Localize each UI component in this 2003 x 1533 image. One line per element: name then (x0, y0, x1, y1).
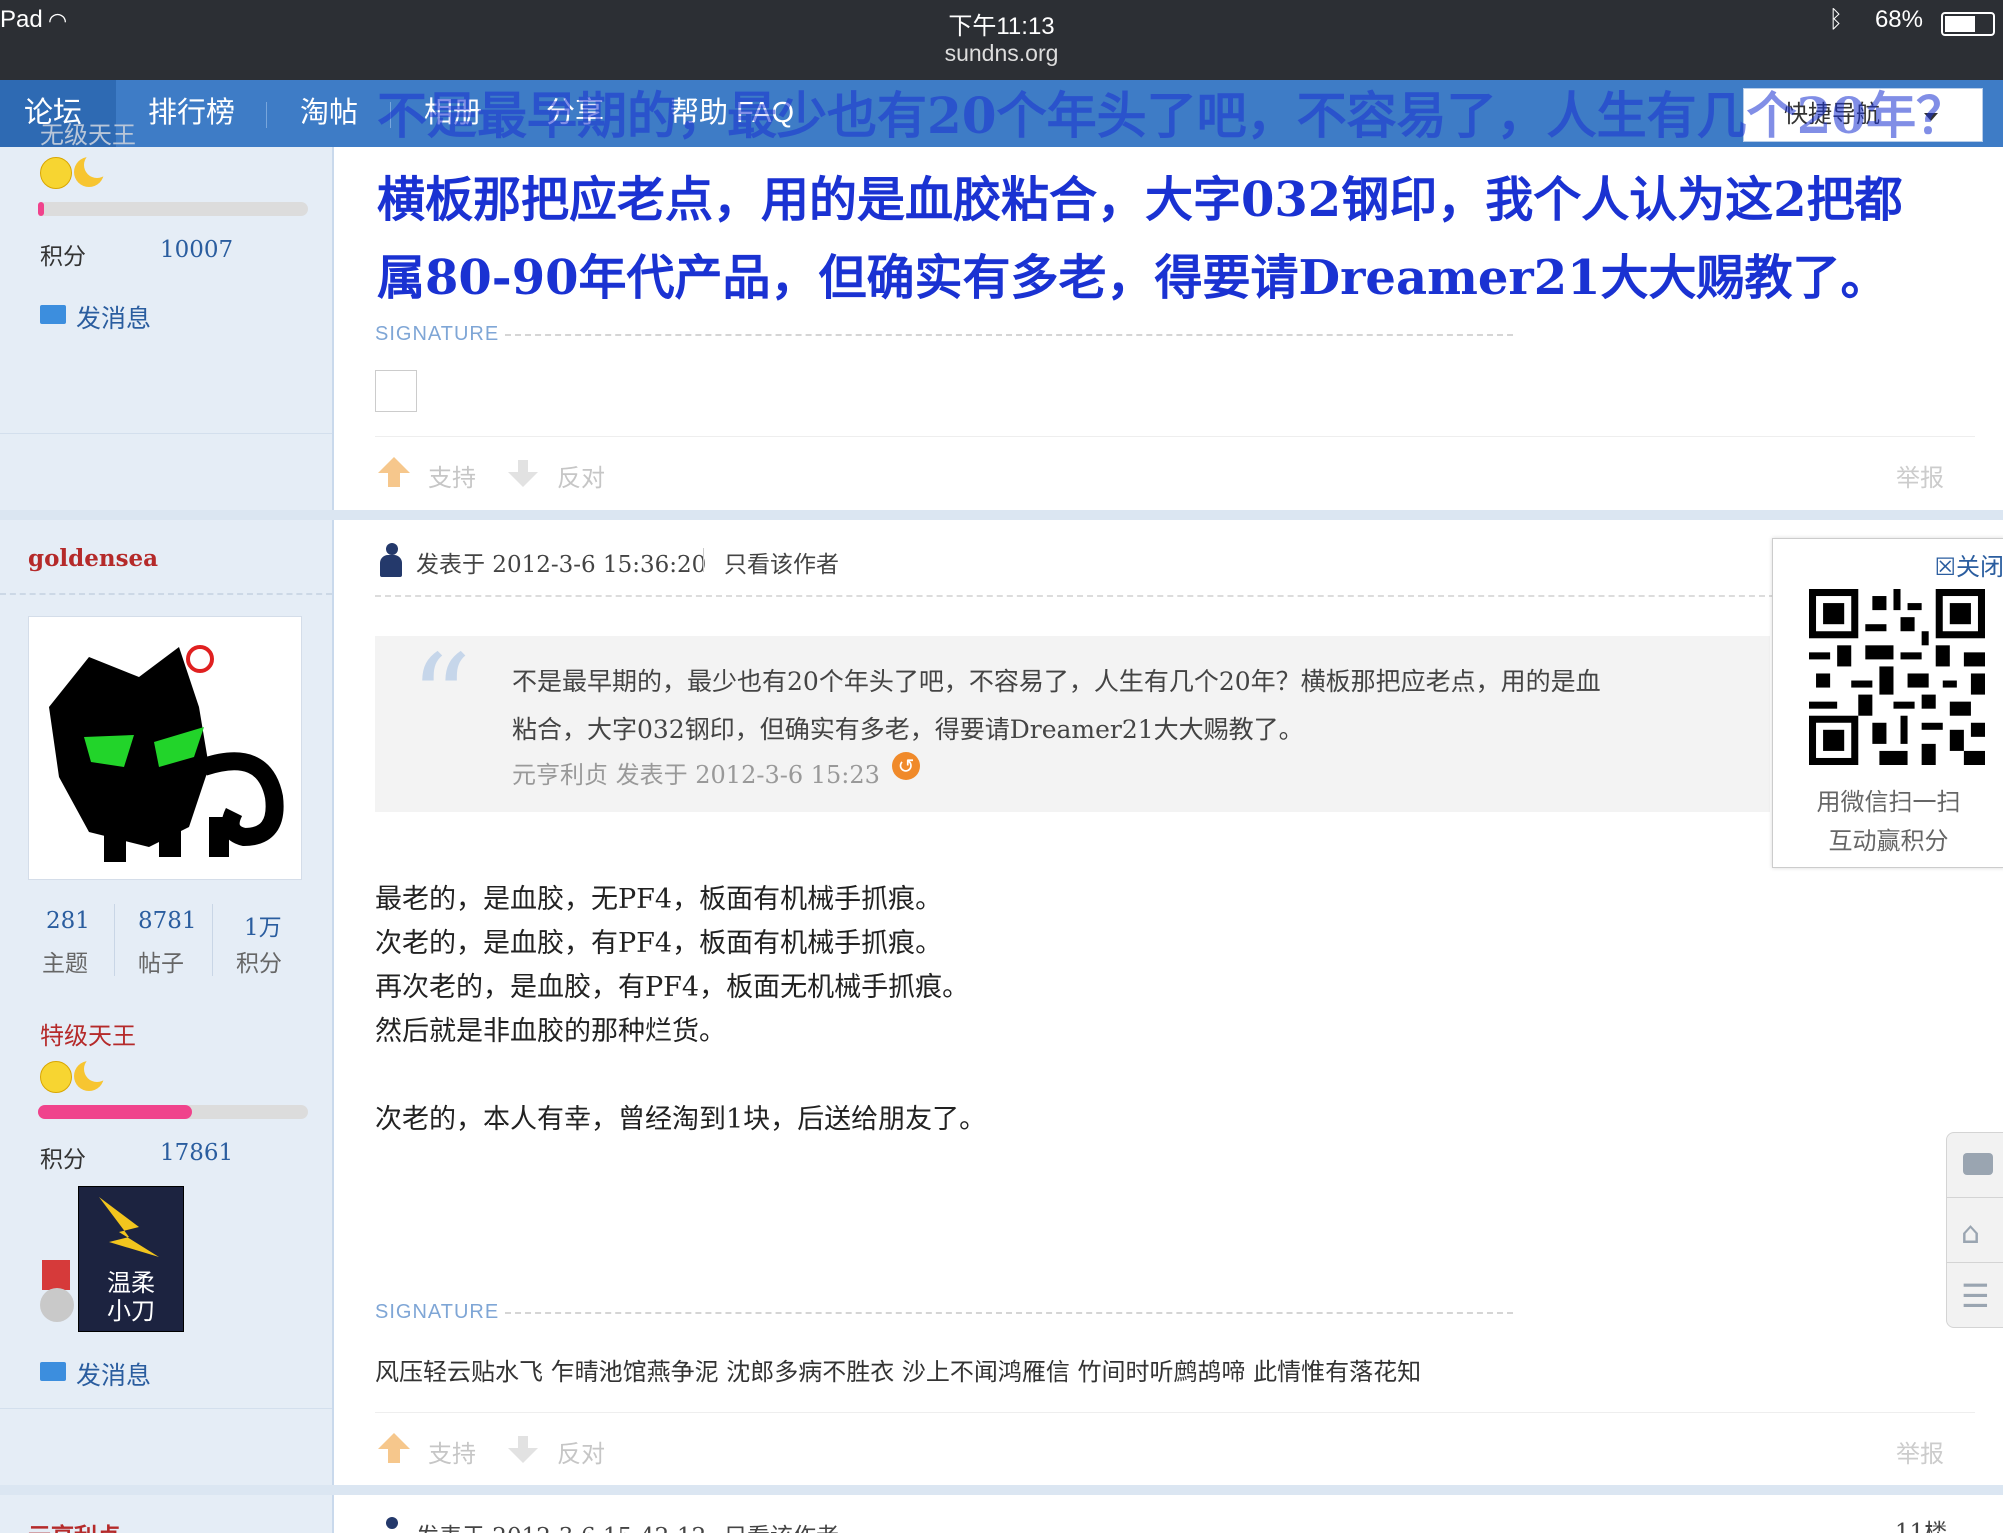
nav-divider (266, 102, 267, 128)
post-separator (0, 510, 2003, 520)
post2-body: 最老的，是血胶，无PF4，板面有机械手抓痕。 次老的，是血胶，有PF4，板面有机… (375, 878, 986, 1142)
signature-divider (505, 334, 1513, 336)
post3-username[interactable]: 元亨利贞 (28, 1517, 120, 1533)
post1-points-value: 10007 (160, 237, 234, 263)
post2-signature-label: SIGNATURE (375, 1301, 500, 1323)
go-to-quote-icon[interactable]: ↺ (892, 752, 920, 780)
reply-tool-button[interactable] (1946, 1132, 2003, 1198)
thumbs-down-icon[interactable] (508, 460, 538, 487)
back-to-top-button[interactable]: ⌂ (1946, 1197, 2003, 1263)
close-icon: ☒ (1934, 553, 1956, 581)
post2-body-line: 最老的，是血胶，无PF4，板面有机械手抓痕。 (375, 884, 943, 915)
post2-support-button[interactable]: 支持 (428, 1434, 476, 1469)
signature-divider (505, 1312, 1513, 1314)
post1-sidebar: 无级天王 积分 10007 发消息 (0, 121, 334, 510)
post2-stat-posts-label: 帖子 (138, 951, 184, 977)
post2-rank-bar (38, 1105, 308, 1119)
qr-close-button[interactable]: ☒关闭 (1934, 547, 2003, 582)
avatar[interactable] (28, 616, 302, 880)
bluetooth-icon: ᛒ (1828, 6, 1843, 33)
post1-rank-faded: 无级天王 (40, 121, 136, 149)
status-bar: Pad ◠ 下午11:13 sundns.org ᛒ 68% (0, 0, 2003, 80)
overlay-post-text: 不是最早期的，最少也有20个年头了吧，不容易了，人生有几个20年？ (377, 86, 1967, 145)
smile-icon (40, 1061, 72, 1093)
post1-rank-bar (38, 202, 308, 216)
envelope-icon (40, 305, 66, 324)
nav-ranking[interactable]: 排行榜 (148, 80, 235, 147)
post1-text-line1: 横板那把应老点，用的是血胶粘合，大字032钢印，我个人认为这2把都 (377, 172, 1903, 228)
post2-signature-text: 风压轻云贴水飞 乍晴池馆燕争泥 沈郎多病不胜衣 沙上不闻鸿雁信 竹间时听鹧鸪啼 … (375, 1358, 1422, 1386)
post2-body-line: 然后就是非血胶的那种烂货。 (375, 1016, 726, 1047)
post1-text-line2: 属80-90年代产品，但确实有多老，得要请Dreamer21大大赐教了。 (377, 250, 1889, 306)
thumbs-down-icon[interactable] (508, 1436, 538, 1463)
qr-code-image[interactable] (1809, 589, 1985, 765)
clock: 下午11:13 (948, 13, 1055, 40)
medal-icon[interactable] (38, 1260, 74, 1330)
post2-stat-points-value[interactable]: 1万 (244, 908, 282, 942)
post1-signature-label: SIGNATURE (375, 323, 500, 345)
post3-floor: 11楼 (1895, 1520, 1948, 1533)
post1-support-button[interactable]: 支持 (428, 458, 476, 493)
author-icon (378, 543, 404, 577)
quote-mark-icon: “ (410, 630, 472, 769)
post2-stat-topics-label: 主题 (42, 951, 88, 977)
post2-body-line: 次老的，是血胶，有PF4，板面有机械手抓痕。 (375, 928, 943, 959)
post1-send-message[interactable]: 发消息 (76, 299, 151, 335)
post2-rank-bar-fill (38, 1105, 192, 1119)
post2-points-value: 17861 (160, 1140, 234, 1166)
post2-body-line: 再次老的，是血胶，有PF4，板面无机械手抓痕。 (375, 972, 970, 1003)
medal-badge-image[interactable]: 温柔 小刀 (78, 1186, 184, 1332)
post2-quote-line2: 粘合，大字032钢印，但确实有多老，得要请Dreamer21大大赐教了。 (512, 715, 1304, 744)
post-separator (0, 1485, 2003, 1495)
post1-points-label: 积分 (40, 244, 86, 270)
post2-post-time: 发表于 2012-3-6 15:36:20 (416, 552, 707, 578)
address-bar[interactable]: sundns.org (0, 40, 2003, 67)
post2-username[interactable]: goldensea (28, 545, 158, 572)
post2-quote-source: 元亨利贞 发表于 2012-3-6 15:23 (512, 761, 880, 789)
comment-icon (1963, 1153, 1993, 1175)
thumbs-up-icon[interactable] (378, 1433, 410, 1463)
thumbs-up-icon[interactable] (378, 457, 410, 487)
post2-stat-topics-value[interactable]: 281 (46, 908, 90, 934)
black-cat-avatar-image (49, 645, 284, 862)
post2-report-button[interactable]: 举报 (1896, 1434, 1944, 1469)
post3-author-only-link[interactable]: 只看该作者 (724, 1517, 839, 1533)
post2-stat-posts-value[interactable]: 8781 (138, 908, 197, 934)
nav-taotie[interactable]: 淘帖 (300, 80, 358, 147)
battery-icon (1941, 12, 1995, 36)
post3-post-time: 发表于 2012-3-6 15:42:12 (416, 1517, 706, 1533)
post2-oppose-button[interactable]: 反对 (557, 1434, 605, 1469)
qr-code-panel: ☒关闭 用微信扫一扫 互动赢积分 (1772, 538, 2003, 868)
smile-icon (40, 157, 72, 189)
post2-points-label: 积分 (40, 1147, 86, 1173)
post2-body-line (375, 1054, 986, 1098)
post2-rank: 特级天王 (40, 1023, 136, 1050)
envelope-icon (40, 1362, 66, 1381)
medal-text: 温柔 小刀 (107, 1269, 155, 1325)
post2-body-line: 次老的，本人有幸，曾经淘到1块，后送给朋友了。 (375, 1104, 987, 1135)
author-icon (378, 1517, 404, 1533)
qr-caption-scan: 用微信扫一扫 (1816, 789, 1961, 816)
post2-stat-points-label: 积分 (236, 951, 282, 977)
signature-image-placeholder (375, 370, 417, 412)
post2-quote-line1: 不是最早期的，最少也有20个年头了吧，不容易了，人生有几个20年？横板那把应老点… (512, 667, 1601, 696)
return-list-button[interactable]: ☰ (1946, 1262, 2003, 1328)
battery-percent: 68% (1874, 6, 1923, 33)
post3-sidebar: 元亨利贞 (0, 1495, 334, 1533)
qr-caption-reward: 互动赢积分 (1828, 828, 1949, 855)
post3-header: 发表于 2012-3-6 15:42:12 只看该作者 11楼 (375, 1495, 2003, 1533)
list-icon: ☰ (1961, 1277, 1990, 1315)
post2-author-only-link[interactable]: 只看该作者 (724, 545, 839, 579)
post1-oppose-button[interactable]: 反对 (557, 458, 605, 493)
post2-send-message[interactable]: 发消息 (76, 1356, 151, 1392)
post1-report-button[interactable]: 举报 (1896, 458, 1944, 493)
post2-sidebar: goldensea 281 主题 8781 帖子 1万 积分 特级天王 积分 1… (0, 520, 334, 1485)
arrow-up-icon: ⌂ (1961, 1216, 1981, 1251)
